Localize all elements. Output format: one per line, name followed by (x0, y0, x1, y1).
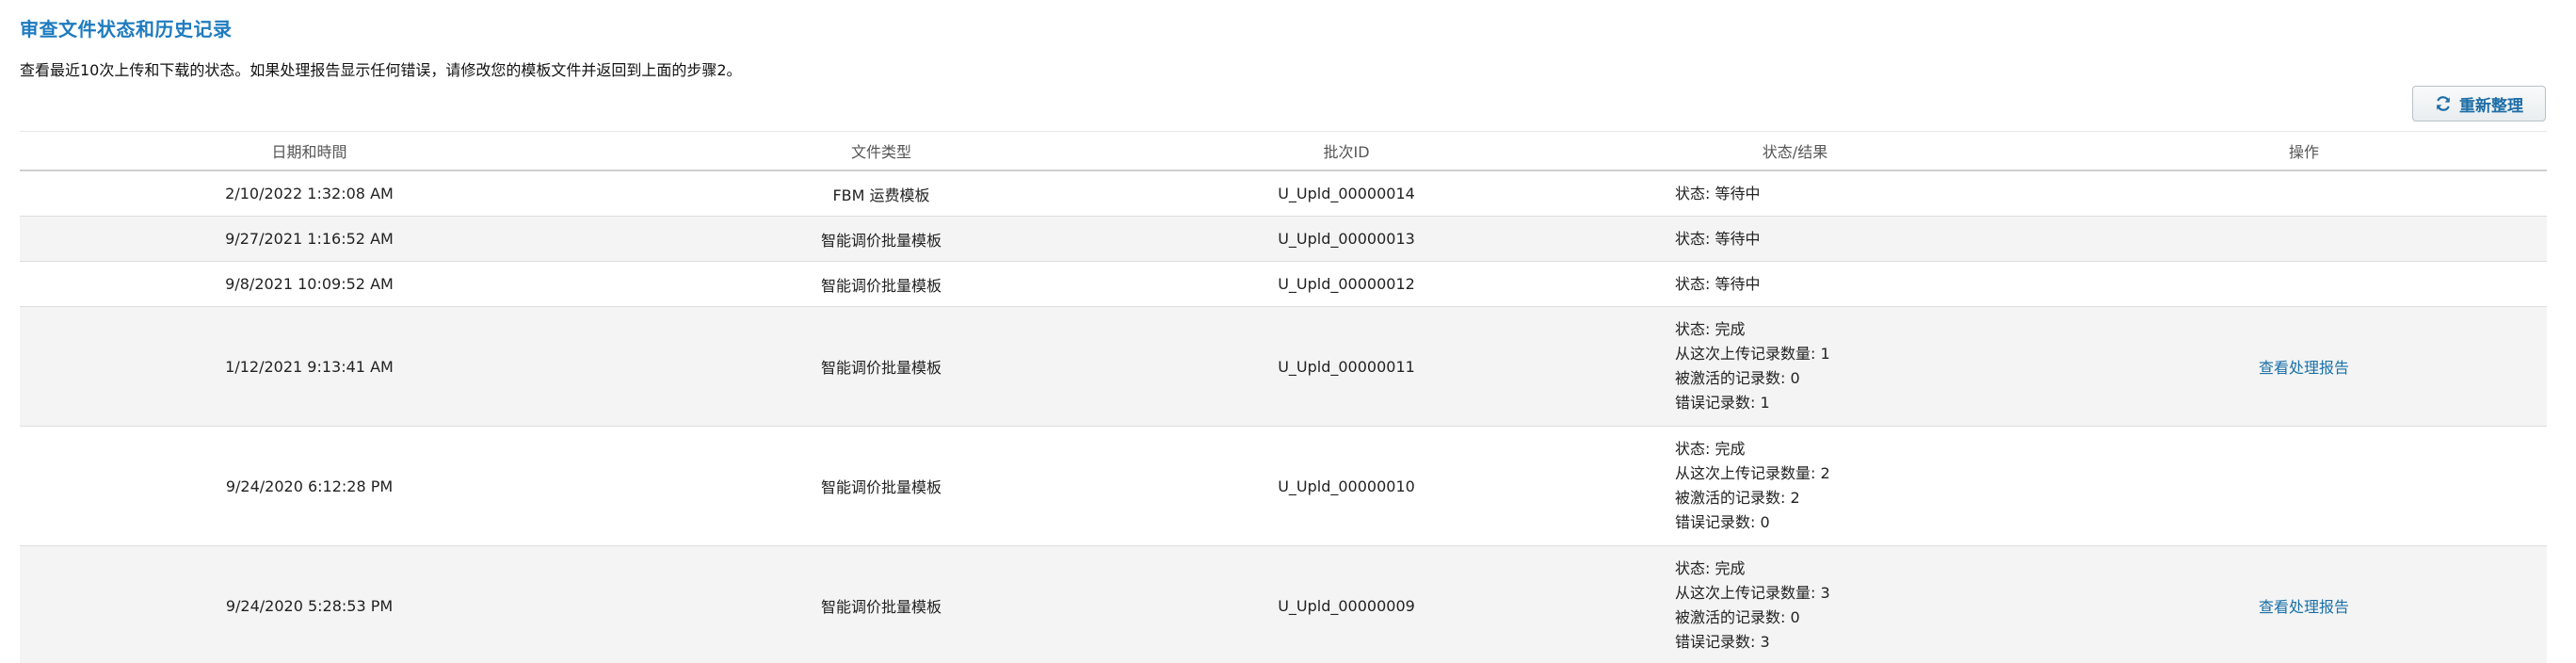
error-count-line: 错误记录数: 3 (1675, 633, 1770, 651)
cell-file-type: 智能调价批量模板 (599, 261, 1164, 307)
cell-file-type: 智能调价批量模板 (599, 426, 1164, 546)
column-header-datetime: 日期和時間 (20, 131, 599, 171)
view-report-link[interactable]: 查看处理报告 (2259, 359, 2349, 377)
cell-batch-id: U_Upld_00000010 (1164, 426, 1529, 546)
page-title: 审查文件状态和历史记录 (20, 18, 233, 40)
refresh-icon (2435, 95, 2452, 112)
cell-action (2061, 261, 2547, 307)
refresh-button-label: 重新整理 (2459, 96, 2523, 116)
status-line: 状态: 等待中 (1675, 184, 1761, 202)
cell-batch-id: U_Upld_00000011 (1164, 306, 1529, 427)
cell-file-type: 智能调价批量模板 (599, 216, 1164, 262)
cell-datetime: 1/12/2021 9:13:41 AM (20, 306, 599, 427)
view-report-link[interactable]: 查看处理报告 (2259, 598, 2349, 616)
cell-batch-id: U_Upld_00000012 (1164, 261, 1529, 307)
cell-file-type: 智能调价批量模板 (599, 545, 1164, 663)
cell-batch-id: U_Upld_00000009 (1164, 545, 1529, 663)
upload-count-line: 从这次上传记录数量: 3 (1675, 584, 1830, 602)
cell-datetime: 9/8/2021 10:09:52 AM (20, 261, 599, 307)
cell-status: 状态: 完成 从这次上传记录数量: 2 被激活的记录数: 2 错误记录数: 0 (1529, 426, 2061, 546)
column-header-action: 操作 (2061, 131, 2547, 171)
table-header-row: 日期和時間 文件类型 批次ID 状态/结果 操作 (20, 131, 2547, 171)
table-row: 9/24/2020 6:12:28 PM 智能调价批量模板 U_Upld_000… (20, 426, 2547, 546)
cell-batch-id: U_Upld_00000014 (1164, 170, 1529, 217)
cell-file-type: 智能调价批量模板 (599, 306, 1164, 427)
cell-action (2061, 426, 2547, 546)
table-row: 9/27/2021 1:16:52 AM 智能调价批量模板 U_Upld_000… (20, 216, 2547, 262)
status-line: 状态: 等待中 (1675, 274, 1761, 293)
cell-status: 状态: 完成 从这次上传记录数量: 1 被激活的记录数: 0 错误记录数: 1 (1529, 306, 2061, 427)
cell-datetime: 9/24/2020 5:28:53 PM (20, 545, 599, 663)
activated-count-line: 被激活的记录数: 0 (1675, 608, 1800, 626)
page-subtitle: 查看最近10次上传和下载的状态。如果处理报告显示任何错误，请修改您的模板文件并返… (20, 61, 742, 79)
activated-count-line: 被激活的记录数: 0 (1675, 369, 1800, 387)
cell-status: 状态: 等待中 (1529, 170, 2061, 217)
cell-datetime: 9/27/2021 1:16:52 AM (20, 216, 599, 262)
column-header-status: 状态/结果 (1529, 131, 2061, 171)
cell-status: 状态: 完成 从这次上传记录数量: 3 被激活的记录数: 0 错误记录数: 3 (1529, 545, 2061, 663)
status-line: 状态: 完成 (1675, 320, 1746, 338)
column-header-batch-id: 批次ID (1164, 131, 1529, 171)
upload-count-line: 从这次上传记录数量: 1 (1675, 345, 1830, 363)
upload-count-line: 从这次上传记录数量: 2 (1675, 464, 1830, 482)
status-line: 状态: 等待中 (1675, 229, 1761, 248)
table-row: 1/12/2021 9:13:41 AM 智能调价批量模板 U_Upld_000… (20, 306, 2547, 427)
error-count-line: 错误记录数: 0 (1675, 513, 1770, 531)
refresh-button[interactable]: 重新整理 (2412, 86, 2546, 121)
table-row: 2/10/2022 1:32:08 AM FBM 运费模板 U_Upld_000… (20, 170, 2547, 217)
cell-action: 查看处理报告 (2061, 545, 2547, 663)
page: 审查文件状态和历史记录 查看最近10次上传和下载的状态。如果处理报告显示任何错误… (0, 0, 2576, 663)
cell-datetime: 9/24/2020 6:12:28 PM (20, 426, 599, 546)
status-line: 状态: 完成 (1675, 440, 1746, 458)
activated-count-line: 被激活的记录数: 2 (1675, 489, 1800, 507)
cell-status: 状态: 等待中 (1529, 216, 2061, 262)
status-line: 状态: 完成 (1675, 559, 1746, 577)
history-table: 日期和時間 文件类型 批次ID 状态/结果 操作 2/10/2022 1:32:… (20, 131, 2547, 663)
cell-action (2061, 216, 2547, 262)
table-row: 9/8/2021 10:09:52 AM 智能调价批量模板 U_Upld_000… (20, 261, 2547, 307)
cell-datetime: 2/10/2022 1:32:08 AM (20, 170, 599, 217)
table-row: 9/24/2020 5:28:53 PM 智能调价批量模板 U_Upld_000… (20, 545, 2547, 663)
cell-batch-id: U_Upld_00000013 (1164, 216, 1529, 262)
cell-status: 状态: 等待中 (1529, 261, 2061, 307)
error-count-line: 错误记录数: 1 (1675, 394, 1770, 412)
cell-file-type: FBM 运费模板 (599, 170, 1164, 217)
history-table-container: 日期和時間 文件类型 批次ID 状态/结果 操作 2/10/2022 1:32:… (20, 131, 2547, 663)
cell-action (2061, 170, 2547, 217)
cell-action: 查看处理报告 (2061, 306, 2547, 427)
column-header-file-type: 文件类型 (599, 131, 1164, 171)
